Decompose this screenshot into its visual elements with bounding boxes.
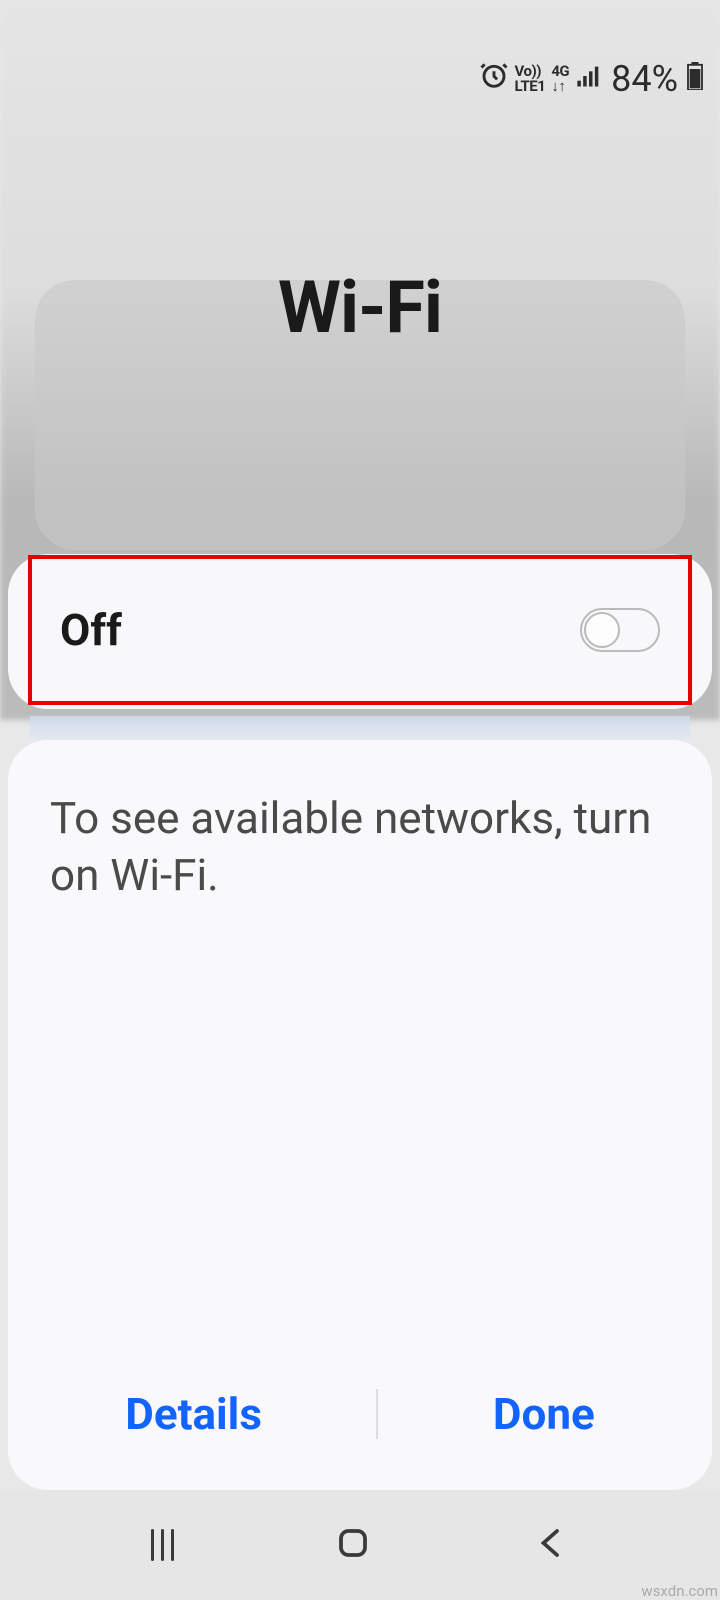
home-button[interactable]	[335, 1525, 371, 1565]
watermark: wsxdn.com	[641, 1582, 718, 1600]
action-row: Details Done	[8, 1368, 712, 1460]
wifi-toggle-switch[interactable]	[580, 608, 660, 652]
page-title: Wi‑Fi	[0, 265, 720, 350]
alarm-icon	[479, 60, 509, 98]
volte-indicator: Vo)) LTE1	[515, 64, 546, 94]
details-button[interactable]: Details	[85, 1368, 302, 1460]
data-indicator: 4G ↓↑	[551, 64, 569, 94]
info-card: To see available networks, turn on Wi‑Fi…	[8, 740, 712, 1490]
battery-icon	[686, 60, 704, 98]
back-button[interactable]	[533, 1525, 569, 1565]
recents-button[interactable]	[151, 1529, 174, 1561]
status-bar: Vo)) LTE1 4G ↓↑ 84%	[479, 58, 704, 100]
info-message: To see available networks, turn on Wi‑Fi…	[50, 790, 670, 904]
wifi-toggle-row[interactable]: Off	[28, 555, 692, 705]
signal-icon	[575, 60, 603, 98]
wifi-toggle-label: Off	[60, 604, 122, 656]
button-divider	[376, 1389, 378, 1439]
navigation-bar	[0, 1490, 720, 1600]
toggle-knob	[584, 612, 620, 648]
battery-percent: 84%	[611, 58, 678, 100]
done-button[interactable]: Done	[453, 1368, 635, 1460]
